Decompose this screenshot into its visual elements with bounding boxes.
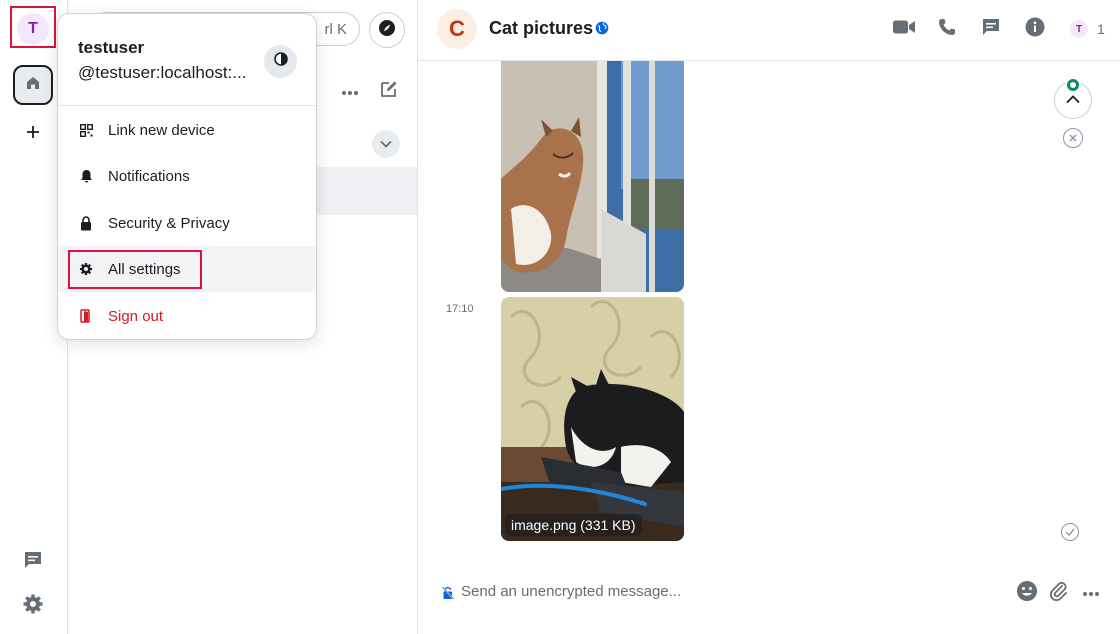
- sign-out-icon: [78, 308, 94, 324]
- create-space-button[interactable]: [22, 122, 44, 144]
- menu-item-notifications[interactable]: Notifications: [58, 153, 316, 199]
- room-header: C Cat pictures T 1: [418, 0, 1120, 61]
- cat-photo-sleeping-illustration: [501, 297, 684, 541]
- cat-image-sleeping[interactable]: image.png (331 KB): [501, 297, 684, 541]
- attach-file-button[interactable]: [1047, 581, 1071, 605]
- message-input[interactable]: Send an unencrypted message...: [461, 583, 681, 600]
- video-camera-icon: [893, 19, 915, 40]
- more-dots-icon: [1082, 584, 1100, 602]
- compass-icon: [378, 19, 396, 42]
- lock-icon: [78, 215, 94, 231]
- video-call-button[interactable]: [892, 17, 916, 41]
- message-timestamp: 17:10: [446, 303, 474, 315]
- file-info-label: image.png (331 KB): [505, 514, 642, 536]
- home-button[interactable]: [13, 65, 53, 105]
- room-name[interactable]: Cat pictures: [489, 18, 593, 39]
- public-room-globe-icon: [595, 21, 609, 35]
- info-icon: [1025, 17, 1045, 42]
- quick-settings-button[interactable]: [21, 594, 45, 618]
- dismiss-jump-button[interactable]: [1063, 128, 1083, 148]
- more-dots-icon: [341, 83, 359, 101]
- qr-code-icon: [78, 122, 94, 138]
- room-info-button[interactable]: [1023, 17, 1047, 41]
- menu-item-sign-out[interactable]: Sign out: [58, 293, 316, 339]
- expand-filters-button[interactable]: [372, 130, 400, 158]
- search-shortcut-hint: rl K: [324, 21, 348, 38]
- emoji-icon: [1016, 580, 1038, 607]
- threads-panel-button[interactable]: [979, 17, 1003, 41]
- menu-item-label: Link new device: [108, 121, 215, 139]
- threads-icon: [22, 549, 44, 576]
- emoji-button[interactable]: [1015, 580, 1039, 607]
- close-icon: [1069, 131, 1077, 145]
- member-avatar[interactable]: T: [1070, 20, 1088, 38]
- chevron-down-icon: [380, 135, 392, 153]
- user-id: @testuser:localhost:...: [78, 63, 247, 82]
- start-chat-button[interactable]: [377, 79, 401, 103]
- message-composer: Send an unencrypted message...: [418, 571, 1120, 634]
- unread-indicator-dot: [1065, 77, 1081, 93]
- menu-item-label: Security & Privacy: [108, 214, 230, 232]
- more-options-button[interactable]: [1079, 581, 1103, 605]
- read-receipt[interactable]: [1061, 523, 1079, 541]
- menu-item-label: Notifications: [108, 167, 190, 185]
- theme-toggle-button[interactable]: [264, 45, 297, 78]
- menu-item-security-privacy[interactable]: Security & Privacy: [58, 200, 316, 246]
- checkmark-icon: [1065, 523, 1075, 541]
- menu-divider: [58, 105, 316, 106]
- voice-call-button[interactable]: [935, 17, 959, 41]
- chevron-up-icon: [1066, 91, 1080, 109]
- contrast-icon: [273, 52, 288, 71]
- user-display-name: testuser: [78, 38, 145, 57]
- unencrypted-lock-icon: [441, 586, 455, 600]
- settings-icon: [22, 593, 44, 620]
- room-timeline: 17:10 image.png (331 KB): [418, 61, 1120, 571]
- phone-icon: [938, 18, 956, 41]
- plus-icon: [26, 122, 40, 145]
- all-settings-highlight-box: [68, 250, 202, 289]
- bell-icon: [78, 168, 94, 184]
- room-avatar[interactable]: C: [437, 9, 477, 49]
- member-count[interactable]: 1: [1097, 21, 1105, 37]
- explore-rooms-button[interactable]: [369, 12, 405, 48]
- avatar-highlight-box: [10, 6, 56, 48]
- paperclip-icon: [1049, 580, 1069, 607]
- threads-button[interactable]: [21, 550, 45, 574]
- user-menu: testuser @testuser:localhost:... Link ne…: [57, 13, 317, 340]
- cat-image-window[interactable]: [501, 61, 684, 292]
- menu-item-link-new-device[interactable]: Link new device: [58, 107, 316, 153]
- menu-item-label: Sign out: [108, 307, 164, 325]
- cat-photo-window-illustration: [501, 61, 684, 292]
- compose-icon: [379, 79, 399, 104]
- home-icon: [25, 75, 41, 96]
- room-list-options-button[interactable]: [338, 80, 362, 104]
- chat-bubble-icon: [981, 17, 1001, 42]
